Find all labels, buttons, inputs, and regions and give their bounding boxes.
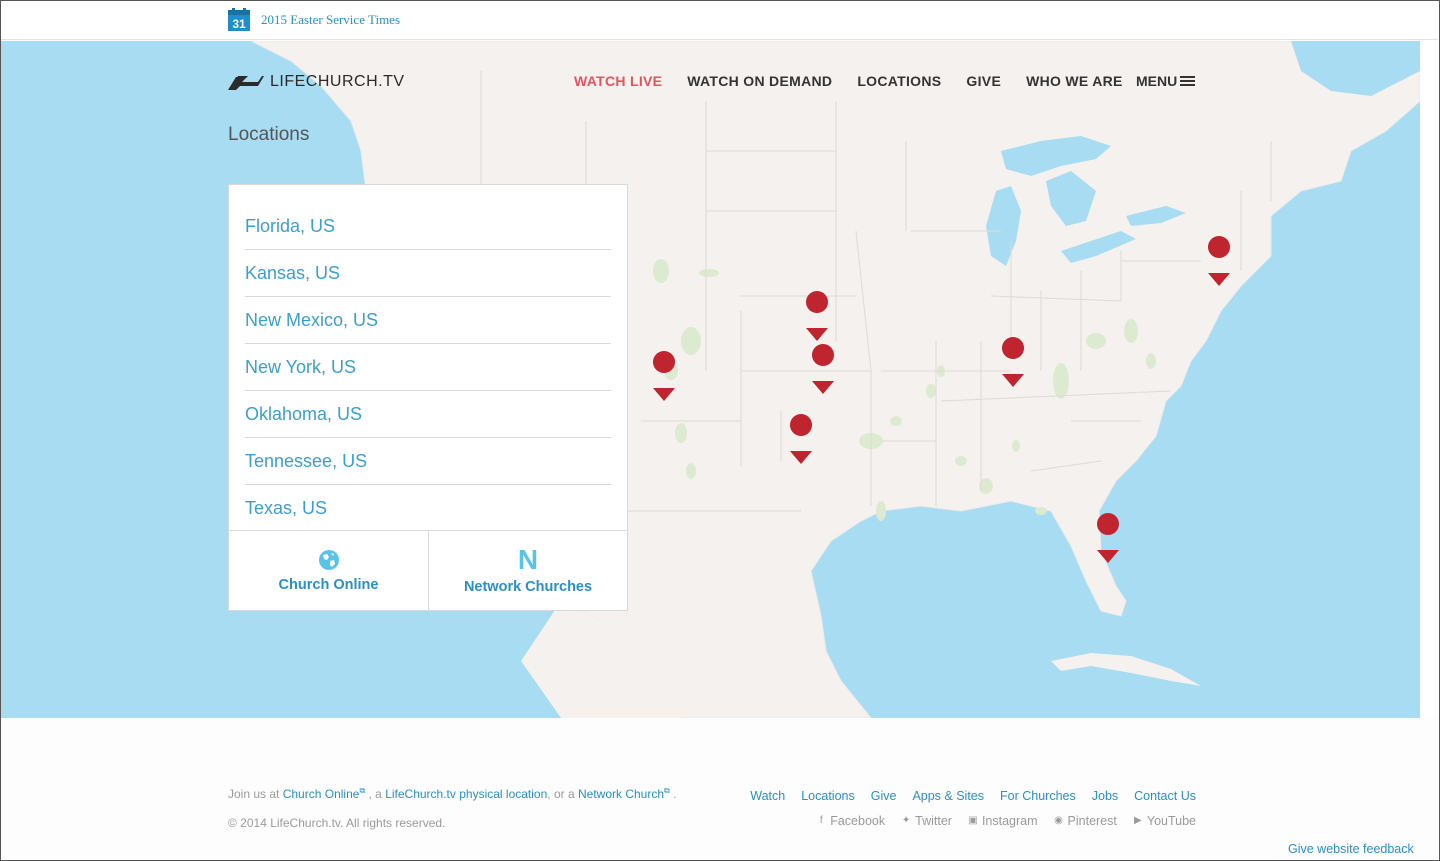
youtube-icon: ▶ [1134,815,1142,826]
location-item-florida[interactable]: Florida, US [245,203,611,250]
location-item-oklahoma[interactable]: Oklahoma, US [245,391,611,438]
location-item-kansas[interactable]: Kansas, US [245,250,611,297]
locations-list: Florida, US Kansas, US New Mexico, US Ne… [245,203,611,532]
social-pinterest-link[interactable]: ◉ Pinterest [1054,814,1117,828]
nav-watch-live[interactable]: WATCH LIVE [574,73,662,89]
twitter-icon: ✦ [901,815,911,826]
social-instagram-link[interactable]: ▣ Instagram [968,814,1038,828]
copyright: © 2014 LifeChurch.tv. All rights reserve… [228,816,446,830]
logo-text: LIFECHURCH.TV [270,73,405,90]
lifechurch-logo[interactable]: LIFECHURCH.TV [228,72,405,92]
footer-link-locations[interactable]: Locations [801,789,855,803]
nav-who-we-are[interactable]: WHO WE ARE [1026,73,1123,89]
social-links: f Facebook ✦ Twitter ▣ Instagram ◉ Pinterest… [800,814,1196,828]
locations-map[interactable] [1,41,1420,718]
instagram-icon: ▣ [968,815,978,826]
menu-button[interactable]: MENU [1136,73,1196,89]
svg-text:31: 31 [232,17,246,31]
footer-link-contact-us[interactable]: Contact Us [1134,789,1196,803]
network-churches-label: Network Churches [463,579,593,595]
main-nav: WATCH LIVE WATCH ON DEMAND LOCATIONS GIV… [574,73,1148,89]
footer-link-jobs[interactable]: Jobs [1092,789,1118,803]
social-twitter-link[interactable]: ✦ Twitter [901,814,952,828]
us-map-graphic [1,41,1420,718]
join-mid1: , a [368,787,382,801]
panel-actions: Church Online N Network Churches [229,530,627,611]
give-feedback-link[interactable]: Give website feedback [1288,842,1414,856]
youtube-label: YouTube [1146,814,1196,828]
footer-link-for-churches[interactable]: For Churches [1000,789,1076,803]
network-churches-button[interactable]: N Network Churches [428,531,627,611]
globe-icon [318,550,339,570]
footer-link-watch[interactable]: Watch [750,789,785,803]
nav-watch-on-demand[interactable]: WATCH ON DEMAND [687,73,832,89]
nav-give[interactable]: GIVE [966,73,1001,89]
footer-links: Watch Locations Give Apps & Sites For Ch… [734,789,1196,803]
hamburger-icon [1180,74,1196,88]
logo-mark-icon [228,76,264,90]
nav-locations[interactable]: LOCATIONS [857,73,941,89]
join-suffix: . [673,787,677,801]
church-online-label: Church Online [278,577,379,593]
external-link-icon: ⧉ [359,786,366,795]
instagram-label: Instagram [981,814,1038,828]
location-item-texas[interactable]: Texas, US [245,485,611,532]
n-letter-icon: N [517,544,539,575]
pinterest-icon: ◉ [1054,815,1063,826]
facebook-icon: f [819,815,823,826]
join-prefix: Join us at [228,787,280,801]
twitter-label: Twitter [915,814,952,828]
easter-service-times-link[interactable]: 2015 Easter Service Times [261,12,400,28]
page-title: Locations [228,124,310,145]
footer-link-apps-sites[interactable]: Apps & Sites [912,789,984,803]
menu-label: MENU [1136,73,1178,89]
join-network-church-link[interactable]: Network Church [578,787,664,801]
locations-panel: Florida, US Kansas, US New Mexico, US Ne… [228,184,628,611]
top-banner: 31 2015 Easter Service Times [1,1,1438,40]
join-physical-location-link[interactable]: LifeChurch.tv physical location [385,787,547,801]
footer [1,718,1438,859]
pinterest-label: Pinterest [1067,814,1117,828]
social-youtube-link[interactable]: ▶ YouTube [1133,814,1196,828]
location-item-new-york[interactable]: New York, US [245,344,611,391]
join-mid2: , or a [547,787,575,801]
join-church-online-link[interactable]: Church Online [283,787,360,801]
facebook-label: Facebook [830,814,886,828]
footer-join-text: Join us at Church Online⧉ , a LifeChurch… [228,786,676,801]
church-online-button[interactable]: Church Online [229,531,428,611]
location-item-tennessee[interactable]: Tennessee, US [245,438,611,485]
external-link-icon: ⧉ [664,786,670,795]
calendar-icon: 31 [228,8,250,31]
social-facebook-link[interactable]: f Facebook [816,814,885,828]
footer-link-give[interactable]: Give [871,789,897,803]
location-item-new-mexico[interactable]: New Mexico, US [245,297,611,344]
